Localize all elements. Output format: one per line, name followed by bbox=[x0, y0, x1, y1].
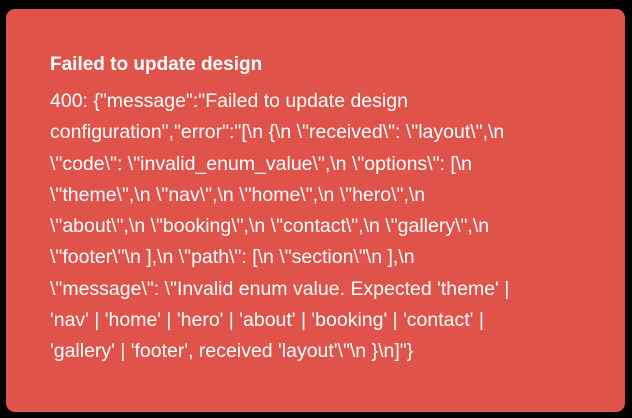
error-toast: Failed to update design 400: {"message":… bbox=[6, 9, 625, 412]
toast-message: 400: {"message":"Failed to update design… bbox=[50, 90, 510, 363]
toast-title: Failed to update design bbox=[50, 54, 263, 75]
